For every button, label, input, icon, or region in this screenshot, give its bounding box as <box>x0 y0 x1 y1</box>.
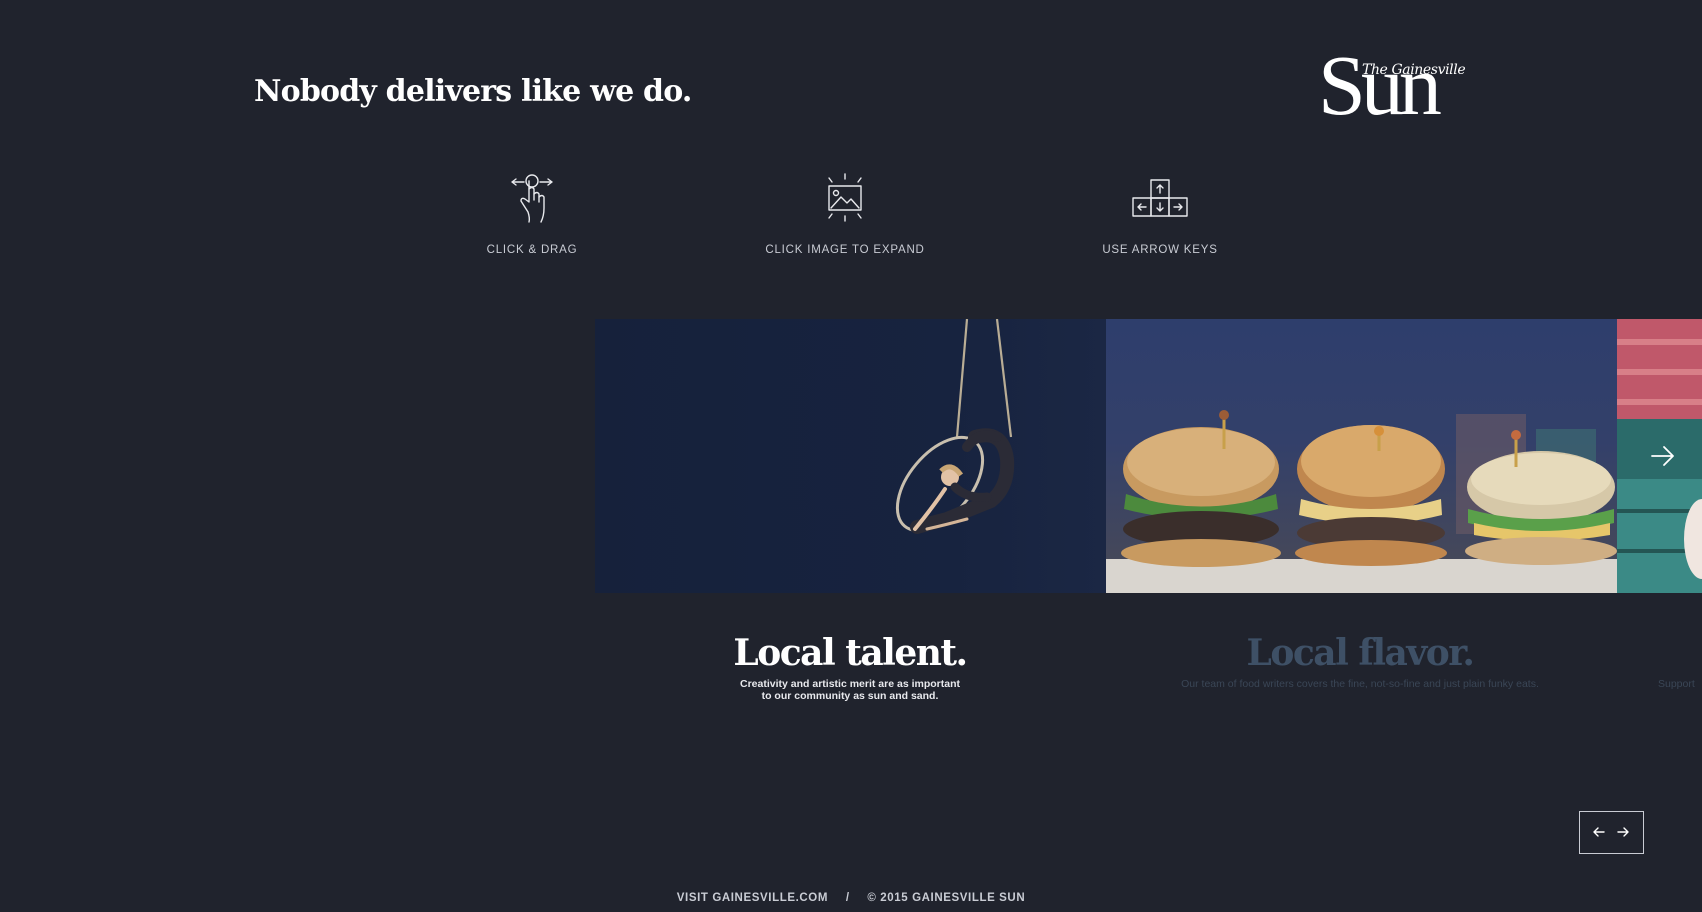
tagline: Nobody delivers like we do. <box>254 74 692 109</box>
copyright-text: © 2015 GAINESVILLE SUN <box>867 892 1026 904</box>
carousel-nav <box>1579 811 1644 854</box>
footer: VISIT GAINESVILLE.COM / © 2015 GAINESVIL… <box>0 892 1702 904</box>
logo-the-gainesville-text: The Gainesville <box>1362 62 1466 78</box>
hint-label: CLICK IMAGE TO EXPAND <box>765 244 925 256</box>
hint-click-image: CLICK IMAGE TO EXPAND <box>735 172 955 256</box>
slide-description: Creativity and artistic merit are as imp… <box>740 678 960 702</box>
slide-image-local-flavor[interactable] <box>1106 319 1617 593</box>
slide-caption-local-talent: Local talent. Creativity and artistic me… <box>720 632 980 702</box>
visit-gainesville-link[interactable]: VISIT GAINESVILLE.COM <box>677 892 828 904</box>
expand-image-icon <box>828 173 862 222</box>
hint-arrow-keys: USE ARROW KEYS <box>1050 172 1270 256</box>
arrow-right-icon[interactable] <box>1616 825 1630 839</box>
slide-description: Support <box>1658 678 1695 690</box>
footer-separator: / <box>845 892 850 904</box>
slide-title: Local talent. <box>733 632 968 674</box>
gainesville-sun-logo[interactable]: Sun The Gainesville <box>1318 42 1466 132</box>
slide-caption-partial: Support <box>1658 632 1702 690</box>
slide-image-local-talent[interactable] <box>595 319 1106 593</box>
hint-label: USE ARROW KEYS <box>1102 244 1218 256</box>
page: Nobody delivers like we do. Sun The Gain… <box>0 0 1702 912</box>
image-carousel[interactable] <box>595 319 1702 593</box>
slide-caption-local-flavor: Local flavor. Our team of food writers c… <box>1115 632 1605 690</box>
slide-title: Local flavor. <box>1246 632 1475 674</box>
arrow-right-icon[interactable] <box>1650 445 1676 467</box>
hint-click-drag: CLICK & DRAG <box>422 172 642 256</box>
slide-description: Our team of food writers covers the fine… <box>1181 678 1539 690</box>
arrow-left-icon[interactable] <box>1592 825 1606 839</box>
logo-sun-text: Sun <box>1318 37 1442 133</box>
aerial-hoop-performer-image <box>595 319 1106 593</box>
drag-gesture-icon <box>511 174 553 223</box>
hint-label: CLICK & DRAG <box>486 244 578 256</box>
burgers-image <box>1106 319 1617 593</box>
arrow-keys-icon <box>1132 179 1188 217</box>
